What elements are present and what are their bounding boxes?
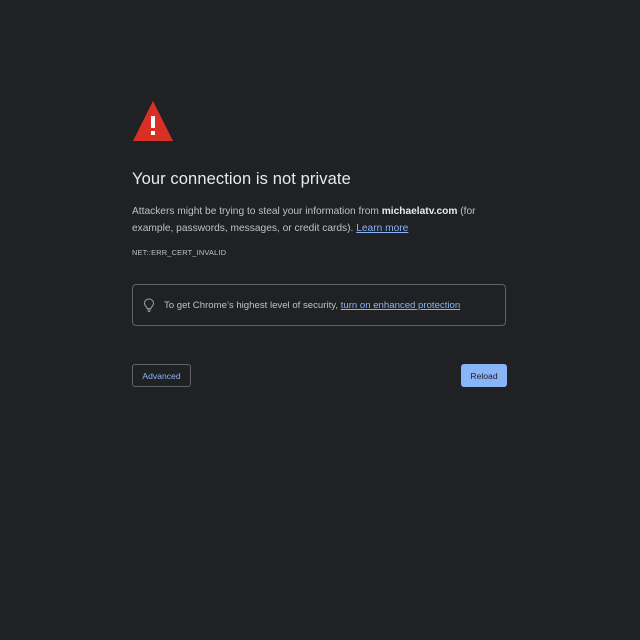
enhanced-protection-link[interactable]: turn on enhanced protection — [341, 300, 460, 311]
explanation-prefix: Attackers might be trying to steal your … — [132, 206, 382, 217]
enhanced-protection-box: To get Chrome’s highest level of securit… — [132, 284, 506, 326]
warning-triangle-icon — [133, 101, 173, 141]
explanation-text: Attackers might be trying to steal your … — [132, 203, 512, 237]
site-domain: michaelatv.com — [381, 206, 458, 217]
error-code: NET::ERR_CERT_INVALID — [132, 248, 227, 257]
advanced-button[interactable]: Advanced — [132, 364, 191, 387]
learn-more-link[interactable]: Learn more — [356, 223, 408, 234]
lightbulb-icon — [143, 298, 155, 312]
page-title: Your connection is not private — [132, 170, 351, 188]
enhanced-protection-message: To get Chrome’s highest level of securit… — [164, 300, 341, 311]
interstitial-page: Your connection is not private Attackers… — [0, 0, 640, 640]
enhanced-protection-text: To get Chrome’s highest level of securit… — [164, 299, 460, 312]
reload-button[interactable]: Reload — [461, 364, 507, 387]
